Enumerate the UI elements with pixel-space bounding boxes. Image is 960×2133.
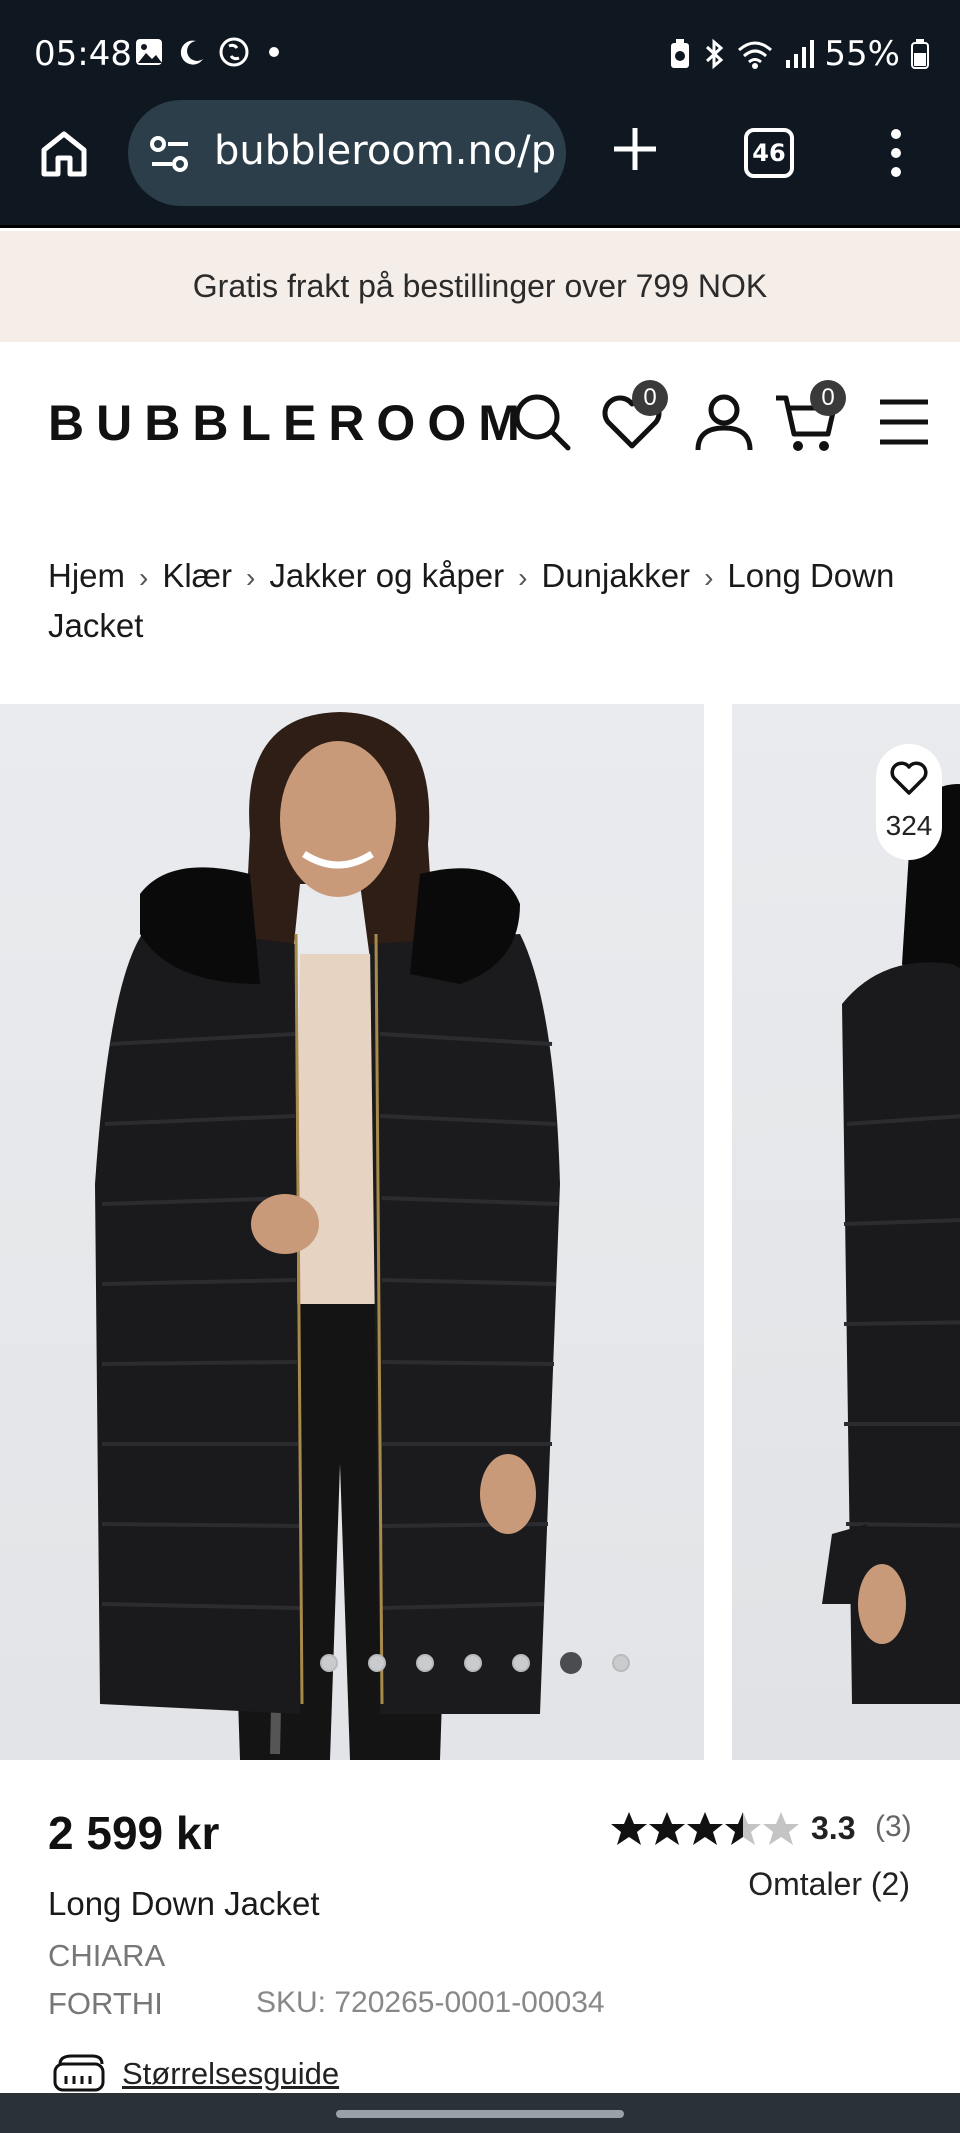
- product-price: 2 599 kr: [48, 1807, 220, 1859]
- star-icon: [687, 1812, 723, 1845]
- promo-banner: Gratis frakt på bestillinger over 799 NO…: [0, 231, 960, 342]
- reviews-link[interactable]: Omtaler (2): [748, 1866, 910, 1903]
- moon-icon: [180, 40, 203, 65]
- status-notification-icons: [134, 36, 286, 68]
- site-header: BUBBLEROOM 0 0: [0, 342, 960, 502]
- browser-toolbar: bubbleroom.no/p 46: [0, 100, 960, 228]
- heart-icon: [890, 761, 928, 795]
- battery-percent: 55%: [824, 34, 900, 74]
- rating-value: 3.3: [811, 1810, 856, 1846]
- brand-name-line2[interactable]: FORTHI: [48, 1986, 163, 2022]
- breadcrumb-item[interactable]: Jakker og kåper: [269, 557, 504, 594]
- url-bar[interactable]: bubbleroom.no/p: [128, 100, 566, 206]
- site-settings-icon[interactable]: [148, 134, 192, 174]
- size-guide-link[interactable]: Størrelsesguide: [52, 2054, 339, 2094]
- status-system-icons: 55%: [668, 34, 930, 74]
- star-half-icon: [725, 1812, 761, 1845]
- gallery-dot[interactable]: [320, 1654, 338, 1672]
- star-icon: [649, 1812, 685, 1845]
- home-icon[interactable]: [36, 126, 92, 182]
- brand-name[interactable]: CHIARA: [48, 1938, 165, 1974]
- url-text[interactable]: bubbleroom.no/p: [214, 128, 554, 174]
- product-sku: SKU: 720265-0001-00034: [256, 1986, 605, 2019]
- battery-saver-icon: [671, 39, 690, 68]
- gallery-dot[interactable]: [464, 1654, 482, 1672]
- dot-icon: [269, 47, 279, 57]
- gallery-dot[interactable]: [368, 1654, 386, 1672]
- gallery-icon: [136, 39, 162, 65]
- signal-icon: [786, 40, 815, 68]
- overflow-menu-icon[interactable]: [886, 128, 906, 178]
- product-name: Long Down Jacket: [48, 1885, 320, 1922]
- product-gallery[interactable]: 324: [0, 704, 960, 1760]
- gallery-dot-active[interactable]: [560, 1652, 582, 1674]
- jacket-photo-side: [822, 784, 960, 1704]
- wishlist-button[interactable]: 0: [600, 380, 668, 454]
- breadcrumb-item[interactable]: Hjem: [48, 557, 125, 594]
- cart-button[interactable]: 0: [774, 380, 846, 454]
- cart-count-badge: 0: [810, 380, 846, 416]
- gallery-dot[interactable]: [512, 1654, 530, 1672]
- wishlist-count: 324: [885, 810, 933, 841]
- breadcrumb-item[interactable]: Dunjakker: [541, 557, 690, 594]
- product-image[interactable]: [0, 704, 704, 1760]
- new-tab-icon[interactable]: [610, 124, 660, 174]
- wishlist-toggle[interactable]: 324: [876, 744, 942, 860]
- star-icon: [611, 1812, 647, 1845]
- breadcrumb-separator: ›: [704, 562, 714, 593]
- jacket-photo: [95, 712, 560, 1760]
- tab-switcher-button[interactable]: 46: [744, 128, 794, 178]
- status-time: 05:48: [34, 34, 132, 74]
- status-bar: 05:48 55%: [0, 0, 960, 100]
- breadcrumb-separator: ›: [518, 562, 528, 593]
- battery-icon: [911, 39, 929, 69]
- rating-stars[interactable]: [610, 1810, 800, 1848]
- breadcrumb-item[interactable]: Klær: [162, 557, 232, 594]
- gallery-pagination: [320, 1652, 630, 1674]
- bluetooth-icon: [706, 38, 724, 70]
- wishlist-count-badge: 0: [632, 380, 668, 416]
- product-image-next[interactable]: [732, 704, 960, 1760]
- wifi-icon: [738, 41, 773, 69]
- star-empty-icon: [763, 1812, 799, 1845]
- breadcrumb-separator: ›: [246, 562, 256, 593]
- account-icon[interactable]: [692, 390, 756, 454]
- search-icon[interactable]: [510, 390, 574, 454]
- rating-count: (3): [875, 1810, 912, 1843]
- gallery-dot[interactable]: [612, 1654, 630, 1672]
- gallery-dot[interactable]: [416, 1654, 434, 1672]
- measuring-tape-icon: [53, 2054, 105, 2092]
- system-nav-bar: [0, 2093, 960, 2133]
- shazam-icon: [219, 37, 249, 67]
- breadcrumb-separator: ›: [139, 562, 149, 593]
- hamburger-menu-icon[interactable]: [872, 390, 936, 454]
- size-guide-label[interactable]: Størrelsesguide: [122, 2056, 339, 2092]
- site-logo[interactable]: BUBBLEROOM: [48, 394, 532, 452]
- home-gesture-pill[interactable]: [336, 2110, 624, 2118]
- breadcrumb: Hjem › Klær › Jakker og kåper › Dunjakker › Long…: [48, 552, 908, 650]
